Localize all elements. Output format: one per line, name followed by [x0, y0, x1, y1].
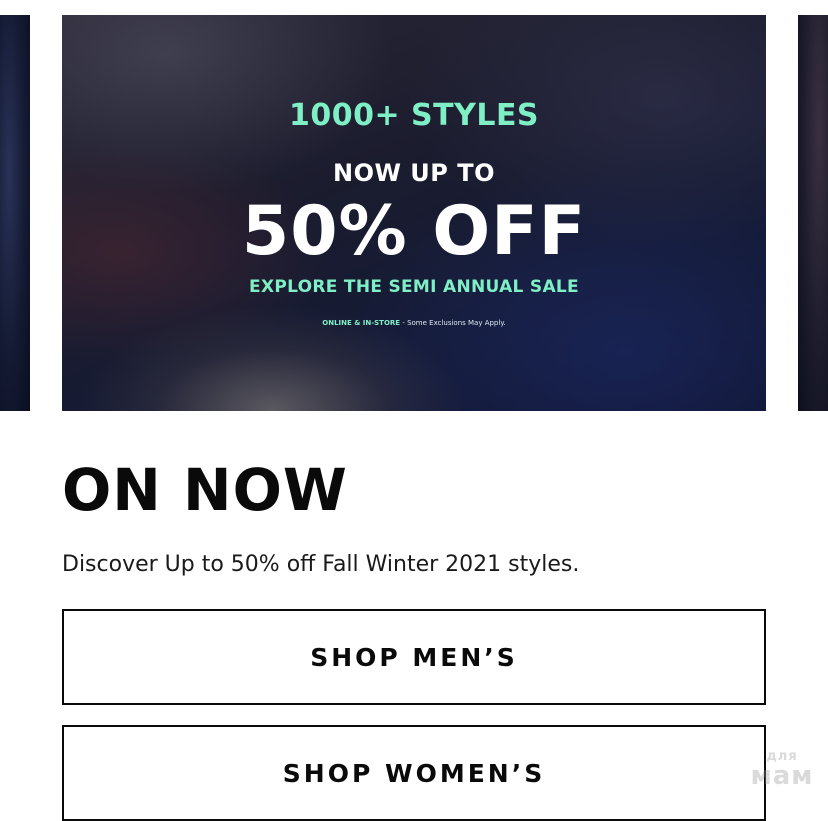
banner-headline: 1000+ STYLES [288, 98, 540, 133]
shop-womens-button[interactable]: SHOP WOMEN’S [62, 725, 766, 821]
shop-mens-button[interactable]: SHOP MEN’S [62, 609, 766, 705]
banner-fine-print-strong: ONLINE & IN-STORE [322, 319, 401, 327]
banner-fine-print: ONLINE & IN-STORE - Some Exclusions May … [62, 319, 766, 327]
banner-discount: 50% OFF [241, 192, 587, 271]
banner-cta[interactable]: EXPLORE THE SEMI ANNUAL SALE [62, 277, 766, 297]
watermark-bottom: мам [750, 761, 814, 791]
promo-carousel[interactable]: 1000+ STYLES NOW UP TO 50% OFF EXPLORE T… [0, 0, 828, 411]
sale-banner[interactable]: 1000+ STYLES NOW UP TO 50% OFF EXPLORE T… [62, 15, 766, 411]
section-title: ON NOW [62, 456, 348, 524]
watermark-logo: для мам [742, 750, 822, 789]
banner-subhead: NOW UP TO [332, 159, 496, 187]
carousel-next-slide[interactable] [798, 15, 828, 411]
carousel-prev-slide[interactable] [0, 15, 30, 411]
section-description: Discover Up to 50% off Fall Winter 2021 … [62, 552, 580, 577]
banner-fine-print-text: - Some Exclusions May Apply. [400, 319, 506, 327]
